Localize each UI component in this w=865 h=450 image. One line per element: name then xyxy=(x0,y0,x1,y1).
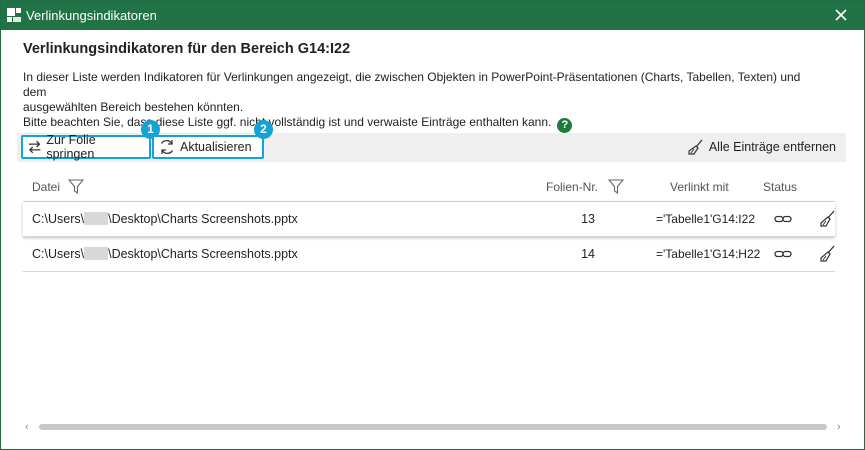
link-icon[interactable] xyxy=(774,248,792,260)
scroll-left-icon[interactable]: ‹ xyxy=(25,421,29,433)
refresh-label: Aktualisieren xyxy=(180,140,252,154)
file-path-prefix: C:\Users\ xyxy=(32,247,85,261)
goto-slide-label: Zur Folie springen xyxy=(46,133,96,161)
table-row[interactable]: C:\Users\ \Desktop\Charts Screenshots.ppt… xyxy=(23,202,835,237)
table-row[interactable]: C:\Users\ \Desktop\Charts Screenshots.ppt… xyxy=(23,237,835,272)
close-icon[interactable] xyxy=(832,6,850,24)
horizontal-scrollbar[interactable]: ‹ › xyxy=(23,419,848,435)
scroll-right-icon[interactable]: › xyxy=(837,421,841,433)
column-header-slide[interactable]: Folien-Nr. xyxy=(546,180,598,194)
description-line: In dieser Liste werden Indikatoren für V… xyxy=(23,70,801,99)
filter-icon[interactable] xyxy=(68,179,84,194)
broom-icon xyxy=(688,139,703,155)
goto-slide-button[interactable]: Zur Folie springen xyxy=(21,133,151,161)
link-icon[interactable] xyxy=(774,213,792,225)
linked-range-cell: ='Tabelle1'G14:I22 xyxy=(656,212,755,226)
callout-badge-2: 2 xyxy=(254,120,273,139)
file-path-cell: C:\Users\ \Desktop\Charts Screenshots.ppt… xyxy=(32,212,298,226)
clear-all-label: Alle Einträge entfernen xyxy=(708,140,836,154)
redacted-username xyxy=(84,247,109,260)
window-title: Verlinkungsindikatoren xyxy=(26,8,157,23)
column-header-linked[interactable]: Verlinkt mit xyxy=(670,180,729,194)
description-line: ausgewählten Bereich bestehen könnten. xyxy=(23,100,244,114)
app-icon xyxy=(7,8,21,22)
filter-icon[interactable] xyxy=(608,179,624,194)
table-header: Datei Folien-Nr. Verlinkt mit Status xyxy=(23,171,835,202)
swap-arrows-icon xyxy=(28,140,41,154)
file-path-prefix: C:\Users\ xyxy=(32,212,85,226)
refresh-button[interactable]: Aktualisieren xyxy=(152,135,264,159)
file-path-suffix: \Desktop\Charts Screenshots.pptx xyxy=(108,212,298,226)
linked-range-cell: ='Tabelle1'G14:H22 xyxy=(656,247,761,261)
slide-number-cell: 13 xyxy=(581,212,595,226)
scrollbar-thumb[interactable] xyxy=(39,424,827,430)
column-header-file[interactable]: Datei xyxy=(32,180,60,194)
column-header-status[interactable]: Status xyxy=(763,180,797,194)
titlebar: Verlinkungsindikatoren xyxy=(1,1,864,30)
broom-icon[interactable] xyxy=(820,245,836,263)
slide-number-cell: 14 xyxy=(581,247,595,261)
refresh-icon xyxy=(160,140,174,154)
redacted-username xyxy=(84,212,109,225)
description-note: Bitte beachten Sie, dass diese Liste ggf… xyxy=(23,115,552,129)
toolbar: Zur Folie springen 1 Aktualisieren 2 All… xyxy=(17,120,846,162)
dialog-window: Verlinkungsindikatoren Verlinkungsindika… xyxy=(0,0,865,450)
broom-icon[interactable] xyxy=(820,210,836,228)
page-title: Verlinkungsindikatoren für den Bereich G… xyxy=(23,41,351,57)
help-icon[interactable]: ? xyxy=(557,118,573,133)
file-path-cell: C:\Users\ \Desktop\Charts Screenshots.ppt… xyxy=(32,247,298,261)
link-table: Datei Folien-Nr. Verlinkt mit Status C:\… xyxy=(23,171,835,272)
file-path-suffix: \Desktop\Charts Screenshots.pptx xyxy=(108,247,298,261)
clear-all-button[interactable]: Alle Einträge entfernen xyxy=(688,139,836,155)
